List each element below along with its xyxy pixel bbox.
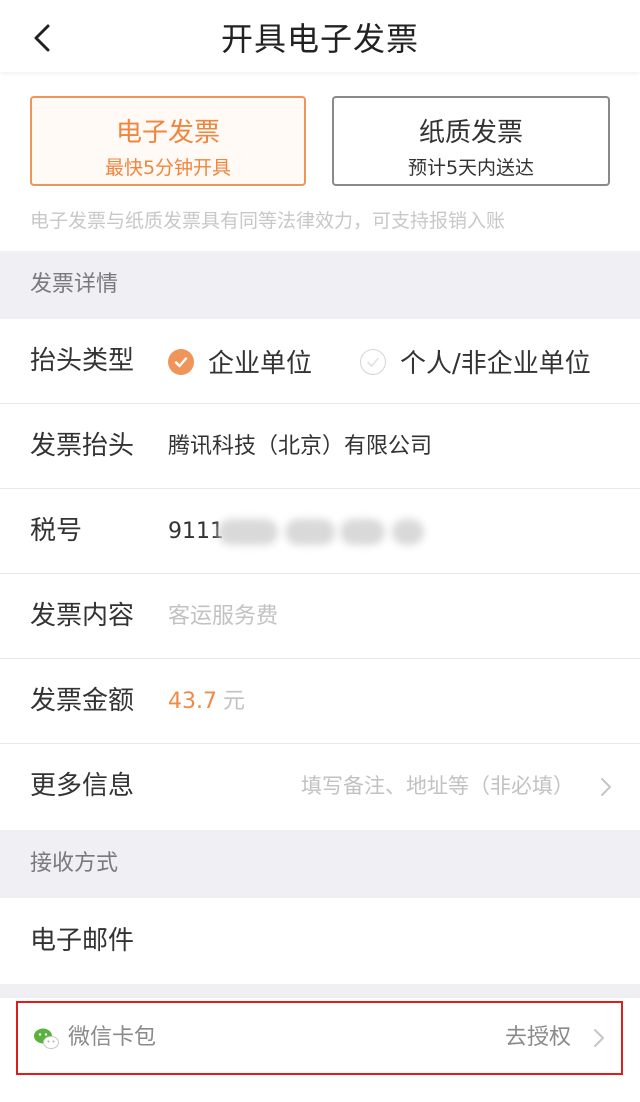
paper-invoice-title: 纸质发票 xyxy=(418,118,523,148)
amount-unit: 元 xyxy=(222,689,245,714)
amount-number: 43.7 xyxy=(168,689,217,714)
more-info-placeholder: 填写备注、地址等（非必填） xyxy=(301,774,574,798)
tax-id-label: 税号 xyxy=(30,516,83,546)
radio-checked-icon xyxy=(168,348,194,375)
chevron-right-icon xyxy=(600,744,612,829)
invoice-content-value: 客运服务费 xyxy=(168,604,279,629)
radio-unchecked-icon xyxy=(360,348,386,375)
invoice-header-label: 发票抬头 xyxy=(30,431,135,461)
radio-personal[interactable]: 个人/非企业单位 xyxy=(360,319,591,404)
invoice-amount-label: 发票金额 xyxy=(30,686,135,716)
more-info-label: 更多信息 xyxy=(30,771,135,801)
redaction-blur xyxy=(340,519,385,545)
wechat-card-row[interactable]: 微信卡包 去授权 xyxy=(16,1001,623,1075)
page-title: 开具电子发票 xyxy=(220,20,419,58)
invoice-content-row[interactable]: 发票内容 客运服务费 xyxy=(0,574,640,659)
radio-company[interactable]: 企业单位 xyxy=(168,319,312,404)
tax-id-row[interactable]: 税号 9111 xyxy=(0,489,640,574)
nav-bar: 开具电子发票 xyxy=(0,0,640,72)
invoice-notice: 电子发票与纸质发票具有同等法律效力，可支持报销入账 xyxy=(30,210,506,232)
invoice-header-value[interactable]: 腾讯科技（北京）有限公司 xyxy=(168,404,432,489)
invoice-type-selector: 电子发票 最快5分钟开具 纸质发票 预计5天内送达 xyxy=(30,96,610,188)
tax-id-value[interactable]: 9111 xyxy=(168,489,224,574)
header-type-row: 抬头类型 企业单位 个人/非企业单位 xyxy=(0,319,640,404)
section-invoice-details: 发票详情 xyxy=(0,251,640,319)
invoice-amount-row: 发票金额 43.7 元 xyxy=(0,659,640,744)
electronic-invoice-title: 电子发票 xyxy=(115,118,220,148)
chevron-right-icon xyxy=(593,1003,605,1073)
electronic-invoice-option[interactable]: 电子发票 最快5分钟开具 xyxy=(30,96,306,186)
more-info-row[interactable]: 更多信息 填写备注、地址等（非必填） xyxy=(0,744,640,829)
authorize-action[interactable]: 去授权 xyxy=(505,1003,571,1073)
redaction-blur xyxy=(218,519,278,545)
paper-invoice-option[interactable]: 纸质发票 预计5天内送达 xyxy=(332,96,610,186)
invoice-content-label: 发票内容 xyxy=(30,601,135,631)
invoice-header-row[interactable]: 发票抬头 腾讯科技（北京）有限公司 xyxy=(0,404,640,489)
radio-company-label: 企业单位 xyxy=(208,349,313,379)
email-label: 电子邮件 xyxy=(30,926,135,956)
radio-personal-label: 个人/非企业单位 xyxy=(400,349,591,379)
divider-gap xyxy=(0,984,640,998)
email-row[interactable]: 电子邮件 xyxy=(0,898,640,984)
section-receive-method: 接收方式 xyxy=(0,830,640,898)
paper-invoice-subtitle: 预计5天内送达 xyxy=(407,157,535,179)
electronic-invoice-subtitle: 最快5分钟开具 xyxy=(104,157,232,179)
wechat-card-label: 微信卡包 xyxy=(68,1025,157,1050)
wechat-icon xyxy=(34,1028,59,1049)
redaction-blur xyxy=(392,519,424,545)
invoice-amount-value: 43.7 元 xyxy=(168,659,245,744)
header-type-label: 抬头类型 xyxy=(30,346,135,376)
redaction-blur xyxy=(285,519,335,545)
